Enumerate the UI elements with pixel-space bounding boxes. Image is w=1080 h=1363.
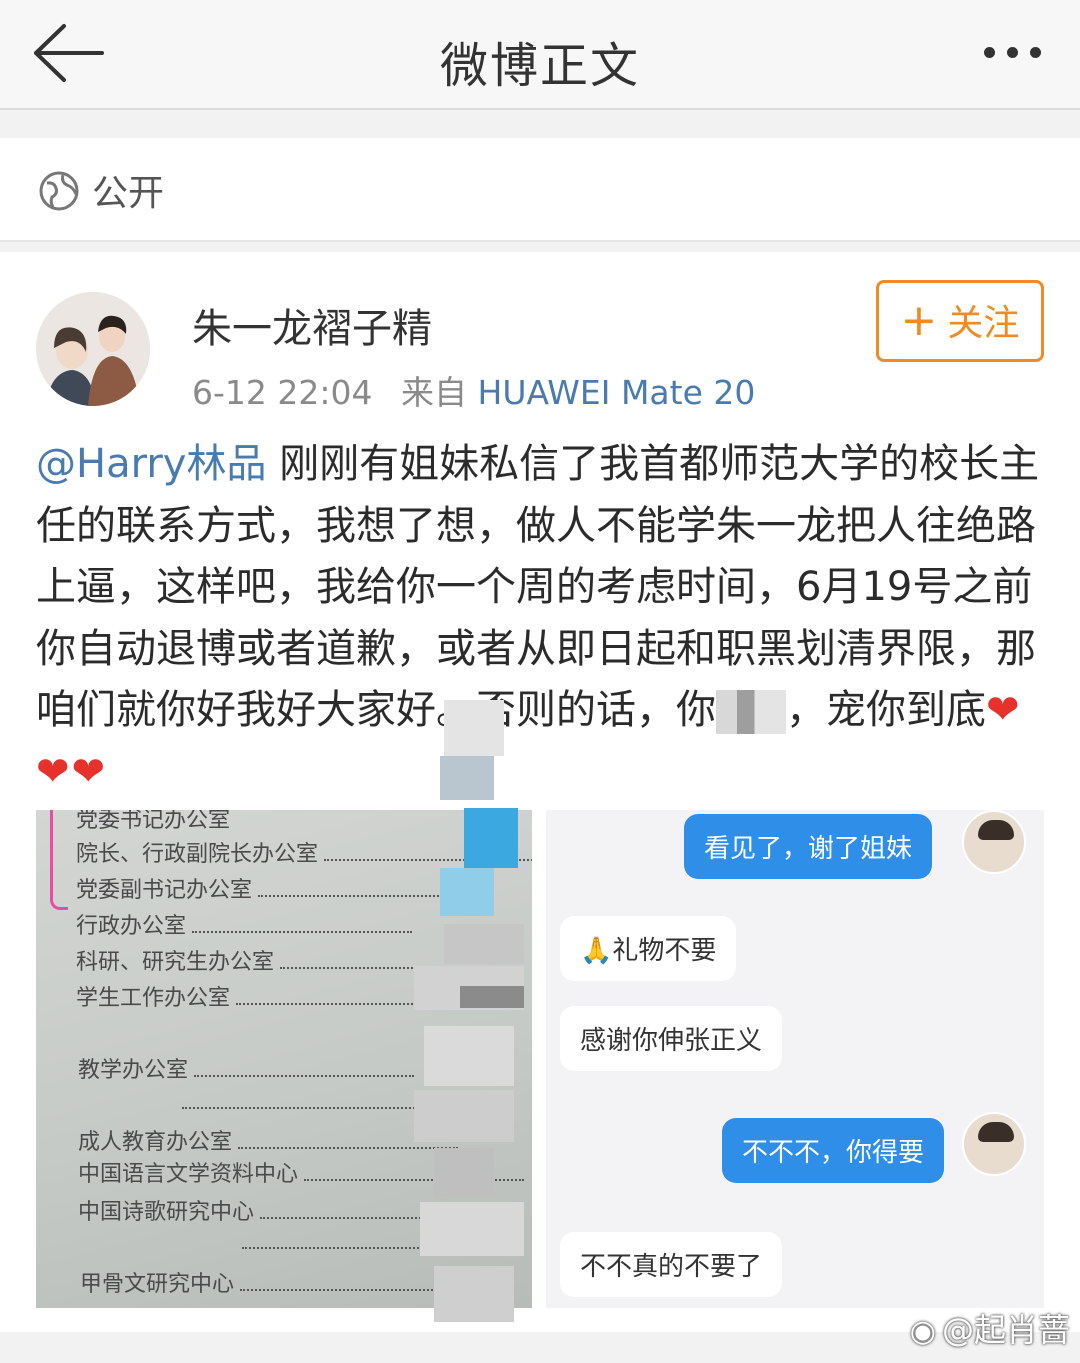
mosaic-censor-strip <box>404 700 534 1340</box>
post-source[interactable]: HUAWEI Mate 20 <box>478 373 756 412</box>
pink-highlight <box>50 810 68 910</box>
directory-line: 教学办公室 <box>78 1052 415 1084</box>
chat-bubble: 感谢你伸张正义 <box>560 1006 783 1071</box>
mosaic-censor <box>716 690 786 734</box>
more-dots-icon[interactable] <box>978 36 1052 70</box>
directory-line: 党委书记办公室 <box>76 810 231 833</box>
avatar[interactable] <box>36 292 150 406</box>
post-meta: 6-12 22:04 来自 HUAWEI Mate 20 <box>192 366 755 414</box>
post-image-chat[interactable]: 看见了，谢了姐妹 🙏礼物不要 感谢你伸张正义 不不不，你得要 不不真的不要了 <box>546 810 1044 1308</box>
plus-icon: + <box>900 295 938 346</box>
follow-label: 关注 <box>947 303 1020 344</box>
chat-bubble: 不不不，你得要 <box>721 1118 944 1183</box>
author-name[interactable]: 朱一龙褶子精 <box>192 296 432 354</box>
post-body: @Harry林品 刚刚有姐妹私信了我首都师范大学的校长主任的联系方式，我想了想，… <box>36 434 1046 803</box>
chat-bubble: 不不真的不要了 <box>560 1232 783 1297</box>
directory-line: 成人教育办公室 <box>78 1124 459 1156</box>
directory-line: 学生工作办公室 <box>76 980 457 1012</box>
watermark: ◉ @起肖蔷 <box>910 1305 1070 1351</box>
post-text-part2: ，宠你到底 <box>786 687 986 733</box>
weibo-logo-icon: ◉ <box>909 1314 936 1349</box>
chat-bubble: 看见了，谢了姐妹 <box>683 814 932 879</box>
top-bar: 微博正文 <box>0 0 1080 110</box>
follow-button[interactable]: + 关注 <box>876 280 1044 362</box>
post-time: 6-12 22:04 <box>192 373 373 412</box>
visibility-bar: 公开 <box>0 138 1080 242</box>
visibility-label: 公开 <box>92 173 165 214</box>
source-prefix: 来自 <box>401 373 467 412</box>
watermark-text: @起肖蔷 <box>941 1311 1070 1349</box>
directory-line: 甲骨文研究中心 <box>80 1266 461 1298</box>
directory-line <box>236 1230 422 1255</box>
post-card: 朱一龙褶子精 6-12 22:04 来自 HUAWEI Mate 20 + 关注 … <box>0 252 1080 1332</box>
mention-link[interactable]: @Harry林品 <box>36 441 266 487</box>
globe-icon <box>38 170 80 212</box>
chat-bubble: 🙏礼物不要 <box>560 916 737 981</box>
page-title: 微博正文 <box>439 38 640 94</box>
chat-avatar <box>962 810 1026 874</box>
directory-line: 行政办公室 <box>76 908 413 940</box>
directory-line <box>176 1090 422 1115</box>
chat-avatar <box>962 1112 1026 1176</box>
